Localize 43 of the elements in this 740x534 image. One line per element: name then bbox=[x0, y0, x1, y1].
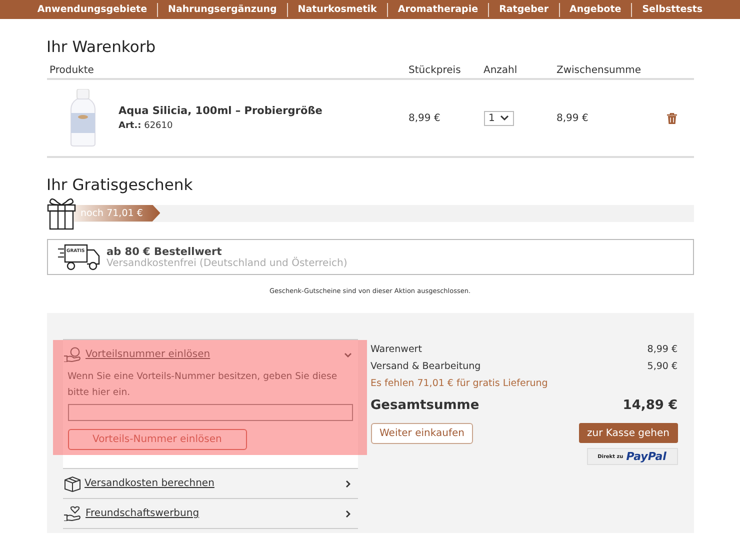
nav-link[interactable]: Selbsttests bbox=[632, 4, 713, 15]
summary-label: Versand & Bearbeitung bbox=[370, 361, 481, 372]
gift-heading: Ihr Gratisgeschenk bbox=[46, 176, 194, 194]
shipping-notice: Es fehlen 71,01 € für gratis Lieferung bbox=[370, 377, 549, 391]
progress-fill: noch 71,01 € bbox=[74, 204, 160, 222]
summary-value: 5,90 € bbox=[647, 361, 678, 372]
bottle-photo bbox=[68, 89, 98, 147]
gift-icon bbox=[46, 196, 76, 230]
shipping-description: Versandkostenfrei (Deutschland und Österreich) bbox=[106, 258, 348, 268]
voucher-input[interactable] bbox=[68, 404, 352, 421]
truck-icon bbox=[58, 243, 102, 271]
voucher-instructions: Wenn Sie eine Vorteils-Nummer besitzen, geben Sie diese bitte hier ein. bbox=[68, 370, 338, 400]
article-number: Art.: 62610 bbox=[118, 121, 174, 131]
quantity-select[interactable]: 1 bbox=[484, 110, 514, 126]
summary-label: Warenwert bbox=[370, 344, 422, 355]
nav-link[interactable]: Anwendungsgebiete bbox=[27, 4, 158, 15]
total-label: Gesamtsumme bbox=[370, 398, 480, 412]
chevron-down-icon bbox=[500, 115, 509, 121]
nav-link[interactable]: Angebote bbox=[560, 4, 632, 15]
total-value: 14,89 € bbox=[622, 398, 678, 412]
continue-shopping-button[interactable]: Weiter einkaufen bbox=[370, 423, 474, 444]
column-header: Anzahl bbox=[484, 65, 518, 76]
accordion-toggle[interactable]: Vorteilsnummer einlösen bbox=[86, 349, 340, 360]
coin-hand-icon bbox=[64, 347, 82, 362]
trash-icon[interactable] bbox=[666, 112, 676, 124]
column-header: Zwischensumme bbox=[556, 65, 642, 76]
threshold-text: ab 80 € Bestellwert bbox=[106, 246, 223, 258]
nav-link[interactable]: Naturkosmetik bbox=[288, 4, 387, 15]
unit-price: 8,99 € bbox=[408, 112, 442, 124]
column-header: Produkte bbox=[50, 65, 95, 76]
summary-value: 8,99 € bbox=[647, 344, 678, 355]
nav-link[interactable]: Aromatherapie bbox=[388, 4, 488, 15]
checkout-button[interactable]: zur Kasse gehen bbox=[579, 423, 678, 443]
heart-hand-icon bbox=[64, 506, 82, 521]
nav-link[interactable]: Nahrungsergänzung bbox=[158, 4, 287, 15]
cart-heading: Ihr Warenkorb bbox=[46, 38, 157, 56]
product-name[interactable]: Aqua Silicia, 100ml – Probiergröße bbox=[118, 105, 408, 117]
accordion-toggle[interactable]: Versandkosten berechnen bbox=[84, 478, 340, 489]
subtotal: 8,99 € bbox=[556, 112, 590, 124]
accordion-toggle[interactable]: Freundschaftswerbung bbox=[86, 508, 340, 519]
box-icon bbox=[64, 476, 80, 492]
column-header: Stückpreis bbox=[408, 65, 462, 76]
nav-link[interactable]: Ratgeber bbox=[489, 4, 559, 15]
